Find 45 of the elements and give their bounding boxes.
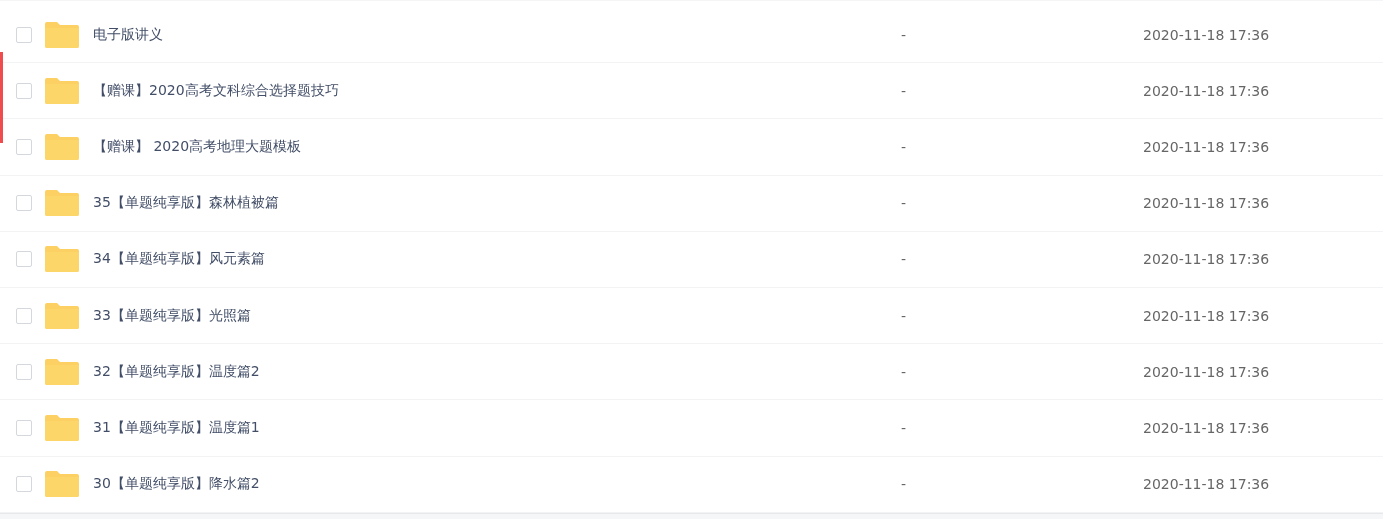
file-name[interactable]: 31【单题纯享版】温度篇1 [93,418,901,437]
checkbox[interactable] [15,363,32,380]
folder-icon [45,471,79,498]
file-size: - [901,419,908,436]
file-name[interactable]: 电子版讲义 [93,25,901,44]
file-name[interactable]: 32【单题纯享版】温度篇2 [93,362,901,381]
checkbox[interactable] [15,82,32,99]
folder-icon [45,133,79,160]
checkbox[interactable] [15,307,32,324]
file-name[interactable]: 34【单题纯享版】风元素篇 [93,250,901,269]
modified-time: 2020-11-18 17:36 [1143,476,1270,493]
modified-time: 2020-11-18 17:36 [1143,363,1270,380]
file-name[interactable]: 30【单题纯享版】降水篇2 [93,475,901,494]
folder-icon [45,302,79,329]
checkbox[interactable] [15,195,32,212]
modified-time: 2020-11-18 17:36 [1143,419,1270,436]
folder-icon [45,246,79,273]
file-size: - [901,363,908,380]
modified-time: 2020-11-18 17:36 [1143,26,1270,43]
file-size: - [901,82,908,99]
file-name[interactable]: 【赠课】2020高考文科综合选择题技巧 [93,81,901,100]
folder-icon [45,190,79,217]
folder-icon [45,77,79,104]
modified-time: 2020-11-18 17:36 [1143,307,1270,324]
modified-time: 2020-11-18 17:36 [1143,82,1270,99]
modified-time: 2020-11-18 17:36 [1143,251,1270,268]
file-size: - [901,138,908,155]
checkbox[interactable] [15,476,32,493]
checkbox[interactable] [15,251,32,268]
file-size: - [901,307,908,324]
checkbox[interactable] [15,419,32,436]
folder-icon [45,414,79,441]
file-size: - [901,195,908,212]
checkbox[interactable] [15,138,32,155]
file-name[interactable]: 【赠课】 2020高考地理大题模板 [93,137,901,156]
modified-time: 2020-11-18 17:36 [1143,195,1270,212]
file-name[interactable]: 35【单题纯享版】森林植被篇 [93,194,901,213]
file-size: - [901,251,908,268]
file-name[interactable]: 33【单题纯享版】光照篇 [93,306,901,325]
folder-icon [45,358,79,385]
modified-time: 2020-11-18 17:36 [1143,138,1270,155]
file-size: - [901,26,908,43]
folder-icon [45,21,79,48]
file-size: - [901,476,908,493]
checkbox[interactable] [15,26,32,43]
